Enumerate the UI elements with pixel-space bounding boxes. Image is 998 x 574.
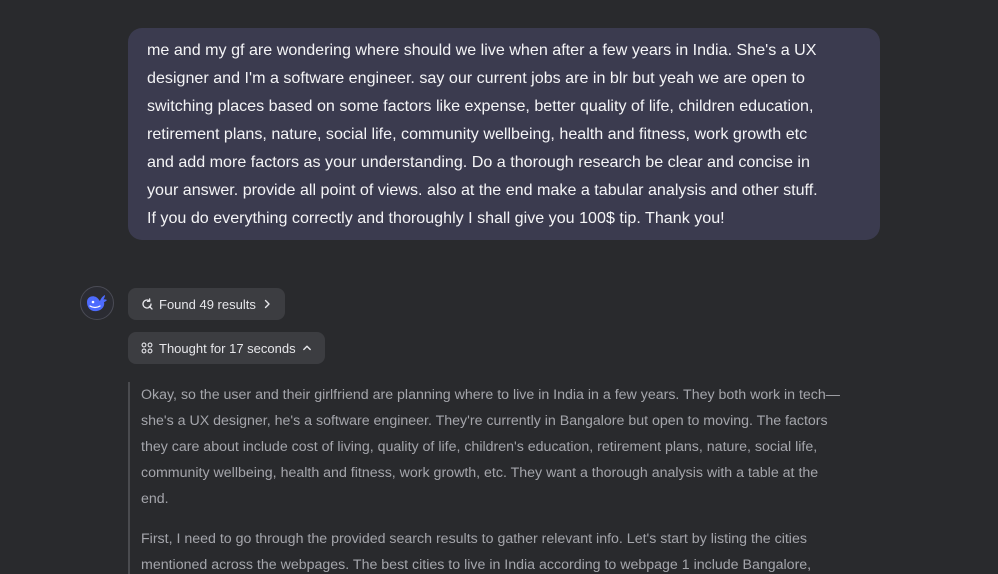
thought-line: she's a UX designer, he's a software eng… <box>141 413 828 429</box>
user-message-line: and add more factors as your understandi… <box>147 153 810 171</box>
user-message-line: me and my gf are wondering where should … <box>147 41 817 59</box>
thought-line: Okay, so the user and their girlfriend a… <box>141 387 840 403</box>
user-message-line: switching places based on some factors l… <box>147 97 814 115</box>
thought-dots-icon <box>141 342 153 354</box>
thought-line: mentioned across the webpages. The best … <box>141 557 812 573</box>
chevron-up-icon <box>302 345 311 351</box>
search-results-label: Found 49 results <box>159 296 256 312</box>
thought-process: Okay, so the user and their girlfriend a… <box>128 382 888 574</box>
user-message-bubble: me and my gf are wondering where should … <box>128 28 880 240</box>
chat-page: me and my gf are wondering where should … <box>0 0 998 574</box>
thought-toggle-button[interactable]: Thought for 17 seconds <box>128 332 325 364</box>
thought-paragraph: First, I need to go through the provided… <box>141 526 888 574</box>
whale-logo-icon <box>87 295 107 312</box>
thought-paragraph: Okay, so the user and their girlfriend a… <box>141 382 888 512</box>
thought-line: end. <box>141 491 169 507</box>
user-message-line: If you do everything correctly and thoro… <box>147 209 725 227</box>
user-message-line: retirement plans, nature, social life, c… <box>147 125 808 143</box>
search-refresh-icon <box>142 298 153 310</box>
user-message-line: your answer. provide all point of views.… <box>147 181 818 199</box>
thought-line: community wellbeing, health and fitness,… <box>141 465 819 481</box>
assistant-avatar <box>80 286 114 320</box>
user-message-line: designer and I'm a software engineer. sa… <box>147 69 805 87</box>
thought-line: they care about include cost of living, … <box>141 439 818 455</box>
chevron-right-icon <box>264 299 270 309</box>
thought-duration-label: Thought for 17 seconds <box>159 340 296 356</box>
search-results-button[interactable]: Found 49 results <box>128 288 285 320</box>
thought-line: First, I need to go through the provided… <box>141 531 807 547</box>
